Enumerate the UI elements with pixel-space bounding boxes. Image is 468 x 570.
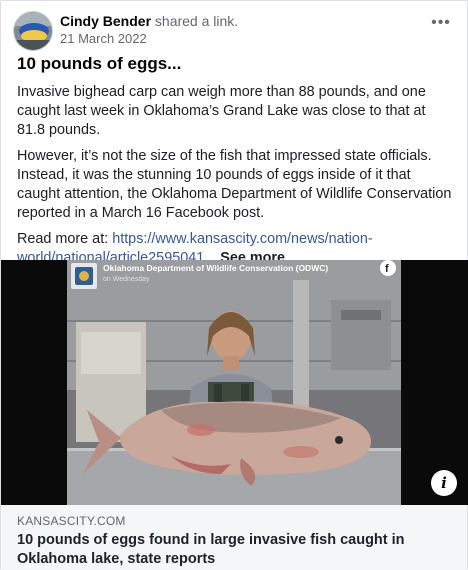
post-action: shared a link.	[154, 13, 239, 29]
post-paragraph-1: Invasive bighead carp can weigh more tha…	[17, 84, 426, 138]
shared-image[interactable]: Oklahoma Department of Wildlife Conserva…	[1, 260, 468, 505]
info-icon[interactable]: i	[431, 470, 457, 496]
overlay-org-text: Oklahoma Department of Wildlife Conserva…	[103, 263, 328, 273]
post-title: 10 pounds of eggs...	[17, 54, 182, 73]
more-options-icon[interactable]: •••	[427, 15, 455, 35]
link-title[interactable]: 10 pounds of eggs found in large invasiv…	[17, 531, 437, 569]
post-meta: Cindy Bender shared a link. 21 March 202…	[60, 12, 238, 47]
link-domain: KANSASCITY.COM	[17, 514, 126, 528]
avatar[interactable]	[13, 11, 53, 51]
author-name[interactable]: Cindy Bender	[60, 13, 151, 29]
link-preview[interactable]: KANSASCITY.COM 10 pounds of eggs found i…	[1, 505, 467, 570]
overlay-sub-text: on Wednesday	[103, 276, 150, 283]
post-card: Cindy Bender shared a link. 21 March 202…	[0, 0, 468, 570]
post-header: Cindy Bender shared a link. 21 March 202…	[13, 9, 457, 51]
facebook-icon: f	[385, 263, 389, 275]
post-date[interactable]: 21 March 2022	[60, 30, 238, 47]
post-body: Invasive bighead carp can weigh more tha…	[17, 83, 457, 275]
post-paragraph-2: However, it’s not the size of the fish t…	[17, 148, 452, 221]
read-more-label: Read more at:	[17, 231, 113, 247]
